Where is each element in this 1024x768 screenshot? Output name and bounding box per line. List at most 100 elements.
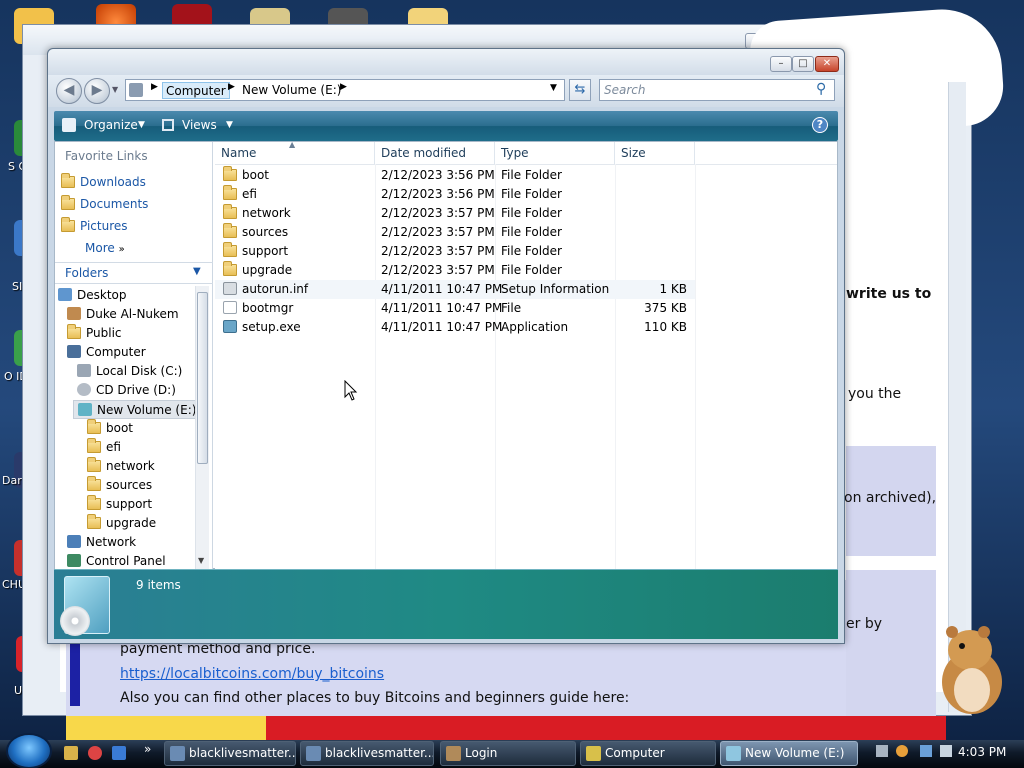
recent-pages-chevron-icon[interactable]: ▼ (112, 85, 118, 94)
tree-upgrade[interactable]: upgrade (87, 514, 156, 533)
address-dropdown-icon[interactable]: ▼ (550, 83, 557, 93)
page-text: you the (848, 386, 902, 402)
tree-public[interactable]: Public (67, 324, 122, 343)
tree-label: upgrade (106, 516, 157, 530)
disc-icon (60, 606, 90, 636)
search-input[interactable]: Search (604, 83, 646, 97)
clock[interactable]: 4:03 PM (958, 745, 1006, 759)
tray-icon[interactable] (896, 745, 908, 757)
folder-icon (87, 476, 101, 491)
breadcrumb-computer[interactable]: Computer (162, 82, 230, 99)
breadcrumb-arrow-icon[interactable]: ▶ (340, 82, 347, 92)
taskbar-label: blacklivesmatter... (325, 746, 434, 760)
organize-button[interactable]: Organize (84, 118, 138, 132)
explorer-close-button[interactable]: ✕ (815, 56, 839, 72)
table-row[interactable]: network 2/12/2023 3:57 PM File Folder (215, 204, 695, 223)
views-chevron-icon[interactable]: ▼ (226, 120, 233, 130)
breadcrumb-volume[interactable]: New Volume (E:) (242, 82, 341, 99)
search-box[interactable]: Search ⚲ (599, 79, 835, 101)
table-row[interactable]: sources 2/12/2023 3:57 PM File Folder (215, 223, 695, 242)
start-button[interactable] (6, 733, 52, 768)
taskbar-label: New Volume (E:) (745, 746, 845, 760)
sort-ascending-icon: ▲ (289, 140, 296, 149)
table-row[interactable]: upgrade 2/12/2023 3:57 PM File Folder (215, 261, 695, 280)
taskbar-item-active[interactable]: New Volume (E:) (720, 741, 858, 766)
table-row[interactable]: setup.exe 4/11/2011 10:47 PM Application… (215, 318, 695, 337)
favorite-documents[interactable]: Documents (61, 194, 148, 214)
tree-support[interactable]: support (87, 495, 152, 514)
taskbar-item[interactable]: blacklivesmatter... (300, 741, 434, 766)
folder-icon (223, 166, 237, 181)
table-row[interactable]: bootmgr 4/11/2011 10:47 PM File 375 KB (215, 299, 695, 318)
volume-tray-icon[interactable] (940, 745, 952, 757)
folder-icon (67, 324, 81, 339)
page-scrollbar[interactable] (948, 82, 966, 712)
folder-icon (87, 457, 101, 472)
tree-scrollbar[interactable]: ▼ (195, 286, 209, 570)
favorite-pictures[interactable]: Pictures (61, 216, 128, 236)
drive-icon (726, 746, 741, 761)
quicklaunch-icon[interactable] (64, 746, 78, 760)
tray-icon[interactable] (876, 745, 888, 757)
column-date-modified[interactable]: Date modified (375, 142, 495, 164)
organize-chevron-icon[interactable]: ▼ (138, 120, 145, 130)
tree-computer[interactable]: Computer (67, 343, 146, 362)
quicklaunch-overflow-icon[interactable]: » (144, 742, 151, 756)
folder-icon (87, 495, 101, 510)
folders-header-bar[interactable]: Folders ▼ (55, 262, 213, 284)
search-icon[interactable]: ⚲ (816, 81, 826, 97)
network-tray-icon[interactable] (920, 745, 932, 757)
tree-new-volume[interactable]: New Volume (E:) (73, 400, 202, 419)
views-button[interactable]: Views (182, 118, 217, 132)
page-text: write us to (846, 286, 932, 302)
tree-sources[interactable]: sources (87, 476, 152, 495)
favorite-more[interactable]: More » (85, 238, 125, 258)
tree-network-folder[interactable]: network (87, 457, 155, 476)
scroll-down-icon[interactable]: ▼ (198, 556, 204, 565)
favorite-downloads[interactable]: Downloads (61, 172, 146, 192)
page-text: er by (846, 616, 882, 632)
column-type[interactable]: Type (495, 142, 615, 164)
back-button[interactable]: ◀ (56, 78, 82, 104)
file-type: Setup Information (501, 282, 610, 296)
tree-desktop[interactable]: Desktop (58, 286, 127, 305)
favorite-label: Pictures (80, 219, 128, 233)
help-icon[interactable]: ? (812, 117, 828, 133)
tree-duke-al-nukem[interactable]: Duke Al-Nukem (67, 305, 179, 324)
table-row[interactable]: efi 2/12/2023 3:56 PM File Folder (215, 185, 695, 204)
localbitcoins-link[interactable]: https://localbitcoins.com/buy_bitcoins (120, 666, 384, 682)
views-icon (162, 119, 174, 131)
breadcrumb-arrow-icon[interactable]: ▶ (151, 82, 158, 92)
tree-label: Duke Al-Nukem (86, 307, 179, 321)
explorer-maximize-button[interactable]: □ (792, 56, 814, 72)
table-row[interactable]: boot 2/12/2023 3:56 PM File Folder (215, 166, 695, 185)
explorer-titlebar[interactable] (48, 49, 844, 75)
tree-cd-drive[interactable]: CD Drive (D:) (77, 381, 176, 400)
tree-boot[interactable]: boot (87, 419, 133, 438)
tree-label: efi (106, 440, 121, 454)
tree-network[interactable]: Network (67, 533, 136, 552)
explorer-window[interactable]: – □ ✕ ◀ ▶ ▼ ▶ Computer ▶ New Volume (E:)… (47, 48, 845, 644)
refresh-icon[interactable]: ⇆ (569, 79, 591, 101)
taskbar-item[interactable]: Login (440, 741, 576, 766)
quicklaunch-icon[interactable] (112, 746, 126, 760)
table-row[interactable]: support 2/12/2023 3:57 PM File Folder (215, 242, 695, 261)
usb-drive-icon (78, 403, 92, 416)
table-row[interactable]: autorun.inf 4/11/2011 10:47 PM Setup Inf… (215, 280, 695, 299)
tree-scroll-thumb[interactable] (197, 292, 208, 464)
file-name: bootmgr (242, 301, 294, 315)
address-bar[interactable]: ▶ Computer ▶ New Volume (E:) ▶ ▼ (125, 79, 565, 101)
favorite-links-header: Favorite Links (65, 149, 148, 163)
quicklaunch-icon[interactable] (88, 746, 102, 760)
breadcrumb-arrow-icon[interactable]: ▶ (228, 82, 235, 92)
taskbar-item[interactable]: blacklivesmatter... (164, 741, 296, 766)
explorer-minimize-button[interactable]: – (770, 56, 792, 72)
column-size[interactable]: Size (615, 142, 695, 164)
forward-button[interactable]: ▶ (84, 78, 110, 104)
taskbar-item[interactable]: Computer (580, 741, 716, 766)
file-name: autorun.inf (242, 282, 309, 296)
header-divider (215, 164, 837, 165)
folders-collapse-icon[interactable]: ▼ (193, 266, 201, 277)
tree-local-disk[interactable]: Local Disk (C:) (77, 362, 182, 381)
tree-efi[interactable]: efi (87, 438, 121, 457)
